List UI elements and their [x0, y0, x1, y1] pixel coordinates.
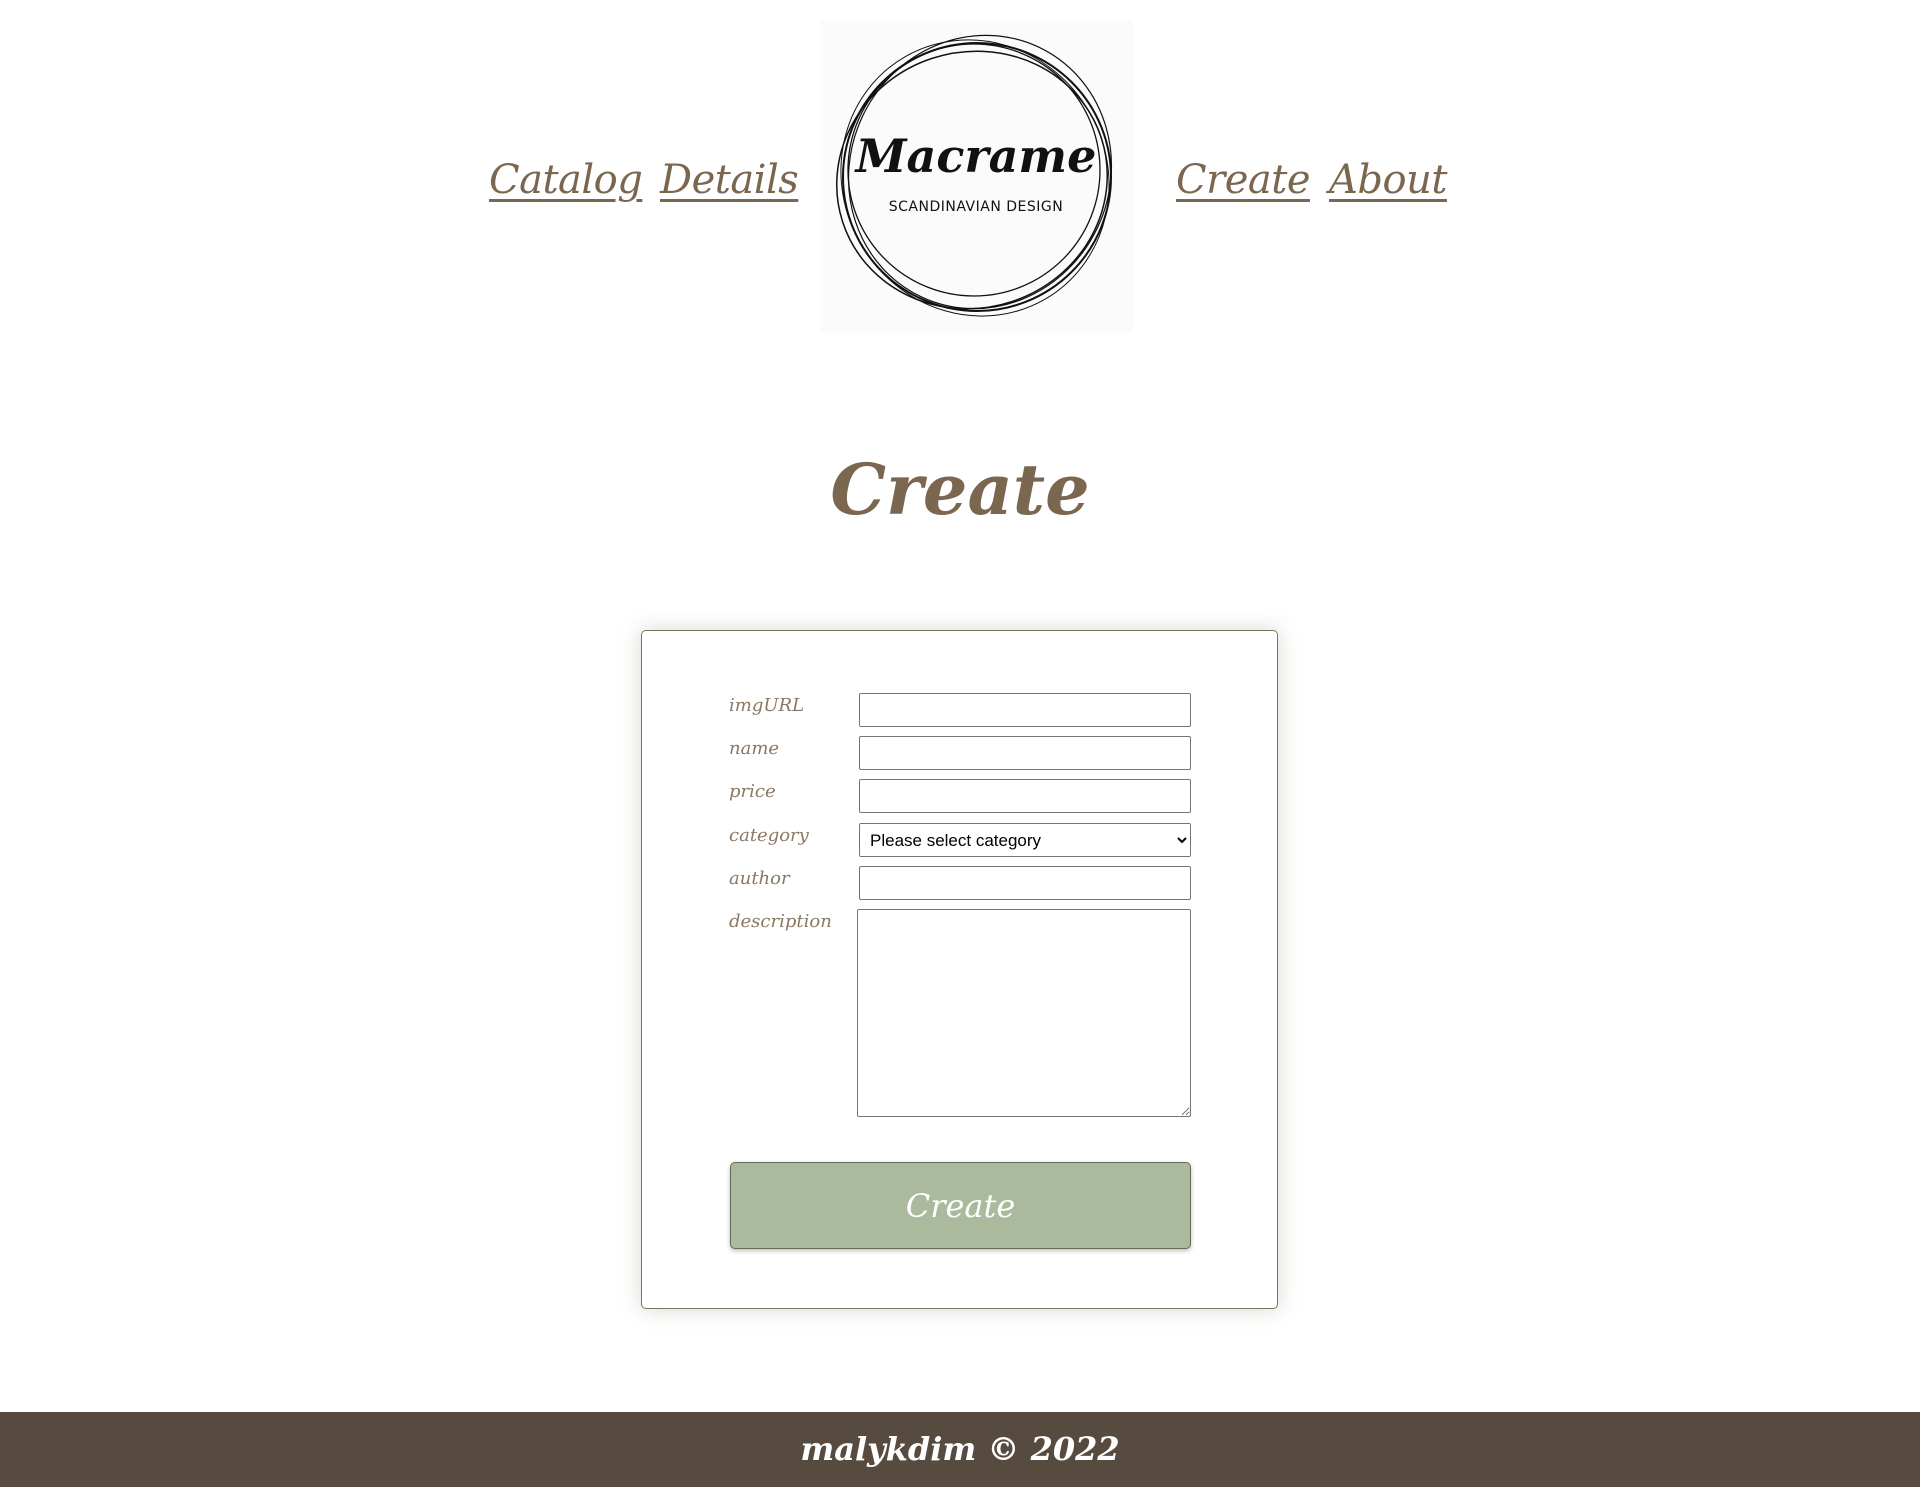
nav-link-catalog[interactable]: Catalog	[489, 148, 643, 212]
name-label: name	[729, 738, 780, 759]
page-title: Create	[830, 448, 1090, 531]
nav-link-about[interactable]: About	[1329, 148, 1447, 212]
imgurl-input[interactable]	[859, 693, 1191, 727]
footer-copyright: malykdim © 2022	[800, 1430, 1120, 1468]
author-label: author	[729, 868, 790, 889]
author-input[interactable]	[859, 866, 1191, 900]
description-label: description	[729, 911, 832, 932]
description-textarea[interactable]	[857, 909, 1191, 1117]
footer: malykdim © 2022	[0, 1412, 1920, 1487]
logo-subtitle: SCANDINAVIAN DESIGN	[889, 199, 1063, 215]
create-form-card: imgURL name price category Please select…	[641, 630, 1278, 1309]
nav-link-details[interactable]: Details	[660, 148, 799, 212]
category-label: category	[729, 825, 809, 846]
category-select[interactable]: Please select category	[859, 823, 1191, 857]
nav-link-create[interactable]: Create	[1176, 148, 1311, 212]
price-input[interactable]	[859, 779, 1191, 813]
price-label: price	[729, 781, 776, 802]
logo-graphic: Macrame SCANDINAVIAN DESIGN	[835, 34, 1113, 317]
logo-title: Macrame	[854, 129, 1097, 183]
name-input[interactable]	[859, 736, 1191, 770]
site-logo[interactable]: Macrame SCANDINAVIAN DESIGN	[820, 20, 1133, 333]
imgurl-label: imgURL	[729, 695, 805, 716]
create-submit-button[interactable]: Create	[730, 1162, 1191, 1249]
